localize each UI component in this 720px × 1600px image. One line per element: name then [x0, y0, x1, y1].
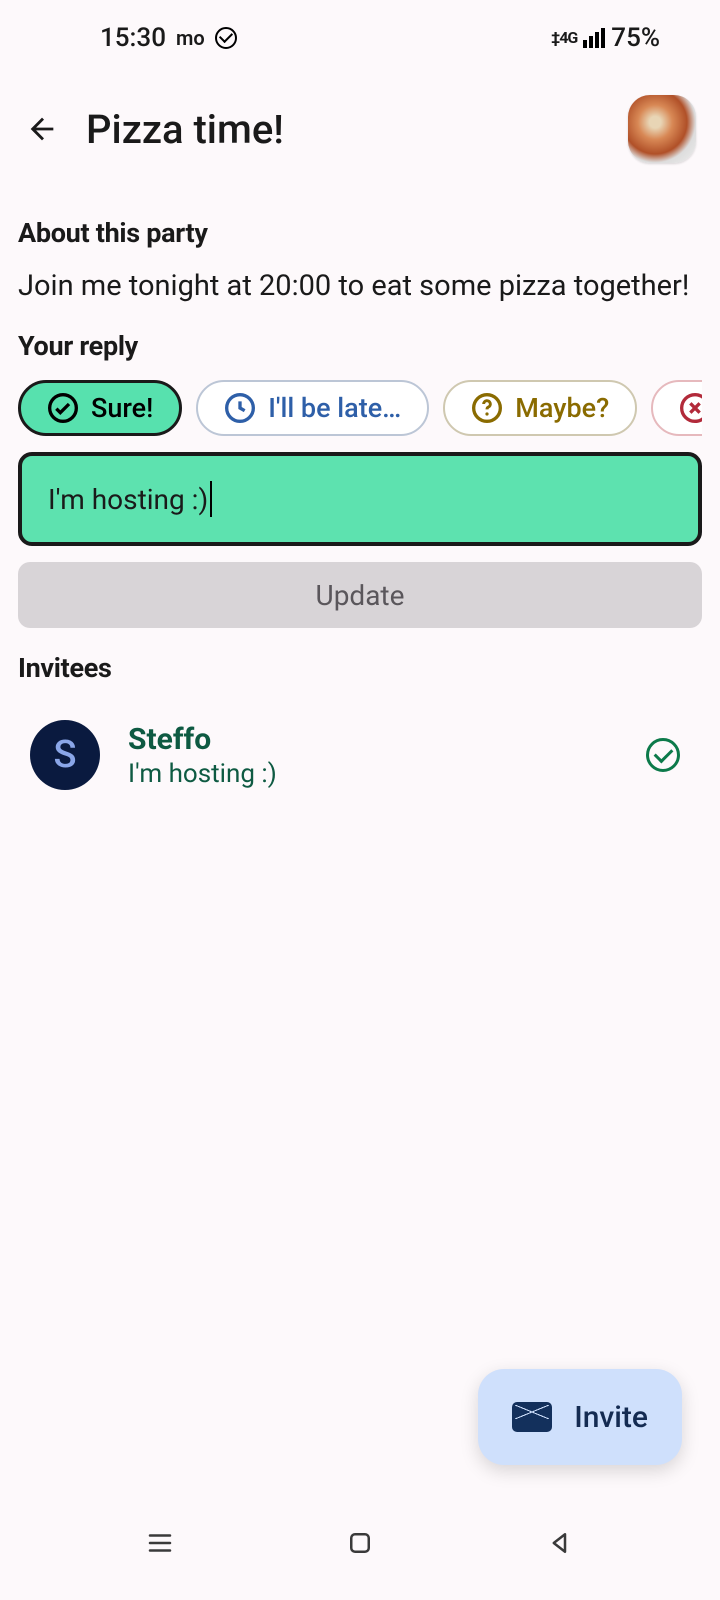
network-type: ‡4G	[551, 28, 577, 47]
check-circle-icon	[47, 392, 79, 424]
back-button[interactable]	[24, 111, 60, 147]
chip-label: Maybe?	[515, 392, 609, 424]
update-label: Update	[316, 579, 405, 612]
question-circle-icon	[471, 392, 503, 424]
invitee-name: Steffo	[128, 722, 618, 757]
status-mo-indicator: mo	[176, 26, 205, 50]
reply-chip-row: Sure! I'll be late… Maybe? No	[18, 380, 702, 436]
reply-input-value: I'm hosting :)	[48, 483, 208, 516]
avatar: S	[30, 720, 100, 790]
fab-label: Invite	[574, 1400, 648, 1435]
text-cursor	[210, 481, 212, 517]
status-time: 15:30	[100, 23, 166, 53]
reply-message-input[interactable]: I'm hosting :)	[18, 452, 702, 546]
nav-back-button[interactable]	[545, 1528, 575, 1562]
app-bar: Pizza time!	[0, 75, 720, 183]
clock-icon	[224, 392, 256, 424]
recent-apps-button[interactable]	[145, 1528, 175, 1562]
reply-chip-no[interactable]: No	[651, 380, 702, 436]
x-circle-icon	[679, 392, 702, 424]
signal-icon	[583, 28, 605, 48]
invite-fab[interactable]: Invite	[478, 1369, 682, 1465]
avatar-initial: S	[53, 733, 76, 777]
chip-label: I'll be late…	[268, 392, 401, 424]
status-circle-icon	[215, 27, 237, 49]
status-right: ‡4G 75%	[551, 23, 660, 53]
about-heading: About this party	[18, 217, 702, 249]
home-button[interactable]	[345, 1528, 375, 1562]
about-text: Join me tonight at 20:00 to eat some piz…	[18, 267, 702, 306]
invitees-heading: Invitees	[18, 652, 702, 684]
reply-chip-sure[interactable]: Sure!	[18, 380, 182, 436]
system-nav-bar	[0, 1490, 720, 1600]
status-left: 15:30 mo	[100, 23, 237, 53]
envelope-icon	[512, 1402, 552, 1432]
invitee-row[interactable]: S Steffo I'm hosting :)	[18, 702, 702, 808]
reply-heading: Your reply	[18, 330, 702, 362]
invitee-info: Steffo I'm hosting :)	[128, 722, 618, 789]
page-title: Pizza time!	[86, 106, 602, 153]
update-button[interactable]: Update	[18, 562, 702, 628]
party-image[interactable]	[628, 95, 696, 163]
arrow-left-icon	[25, 112, 59, 146]
reply-chip-maybe[interactable]: Maybe?	[443, 380, 637, 436]
battery-level: 75%	[611, 23, 660, 53]
status-bar: 15:30 mo ‡4G 75%	[0, 0, 720, 75]
reply-chip-late[interactable]: I'll be late…	[196, 380, 429, 436]
invitee-message: I'm hosting :)	[128, 759, 618, 789]
chip-label: Sure!	[91, 392, 153, 424]
status-check-icon	[646, 738, 680, 772]
